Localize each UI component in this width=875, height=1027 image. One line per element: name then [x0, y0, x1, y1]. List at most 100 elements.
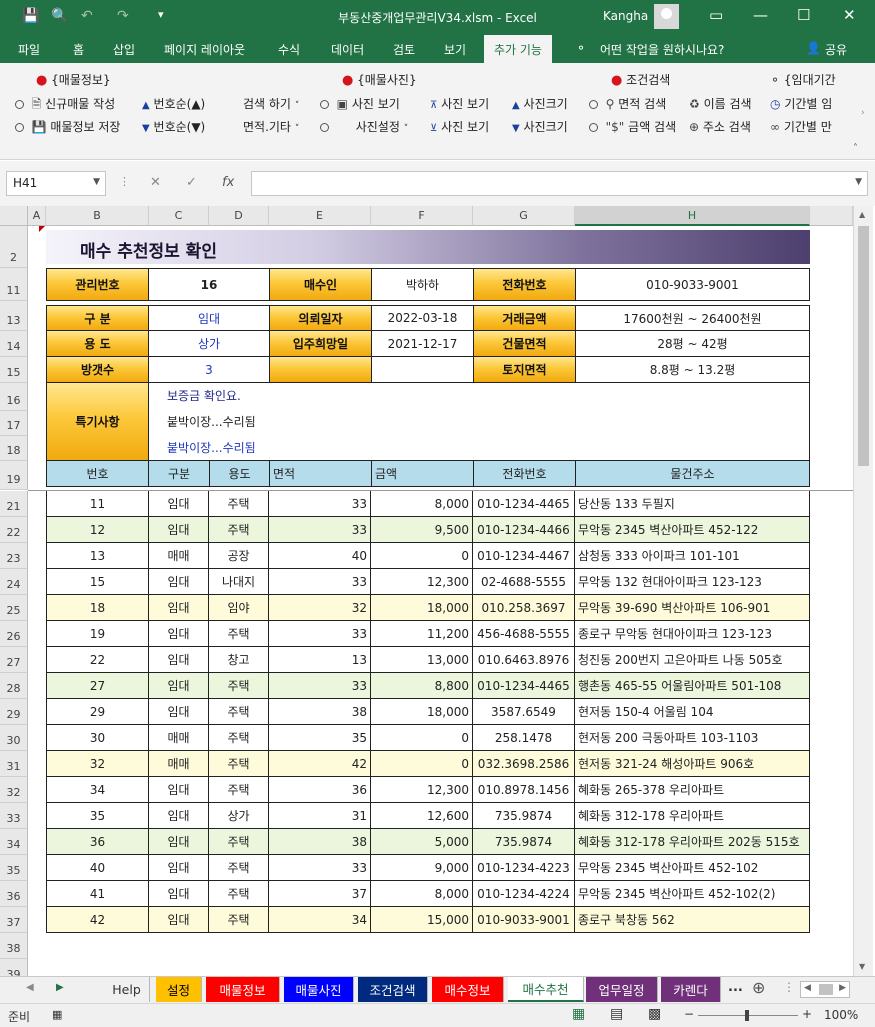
row-header[interactable]: 17: [0, 411, 28, 436]
cell-amount[interactable]: 15,000: [371, 907, 473, 933]
cell-no[interactable]: 42: [46, 907, 149, 933]
cell-area[interactable]: 13: [269, 647, 371, 673]
cell-no[interactable]: 30: [46, 725, 149, 751]
cell-phone[interactable]: 3587.6549: [473, 699, 575, 725]
name-box[interactable]: H41 ▼: [6, 171, 106, 196]
cell-phone[interactable]: 010-9033-9001: [473, 907, 575, 933]
cell-type[interactable]: 임대: [149, 777, 209, 803]
cell-usage[interactable]: 주택: [209, 907, 269, 933]
cell-area[interactable]: 38: [269, 699, 371, 725]
area-etc-dropdown[interactable]: 면적.기타 ˅: [243, 118, 299, 135]
row-header[interactable]: 38: [0, 933, 28, 959]
zoom-in-icon[interactable]: +: [802, 1007, 812, 1021]
cell-amount[interactable]: 11,200: [371, 621, 473, 647]
list-header-phone[interactable]: 전화번호: [473, 460, 576, 487]
chevron-down-icon[interactable]: ▼: [855, 177, 862, 187]
sheet-tab[interactable]: 설정: [156, 977, 202, 1002]
cell-usage[interactable]: 주택: [209, 699, 269, 725]
cell-amount[interactable]: 0: [371, 751, 473, 777]
zoom-out-icon[interactable]: −: [684, 1007, 694, 1021]
cell-amount[interactable]: 8,000: [371, 881, 473, 907]
sheet-tab[interactable]: 조건검색: [358, 977, 428, 1002]
cell-no[interactable]: 36: [46, 829, 149, 855]
list-header-amount[interactable]: 금액: [371, 460, 474, 487]
cell-address[interactable]: 당산동 133 두필지: [575, 491, 810, 517]
minimize-button[interactable]: —: [753, 6, 768, 24]
column-header-h[interactable]: H: [575, 206, 810, 226]
cell-no[interactable]: 35: [46, 803, 149, 829]
cell-area[interactable]: 42: [269, 751, 371, 777]
cell-no[interactable]: 41: [46, 881, 149, 907]
row-header[interactable]: 2: [0, 226, 28, 268]
rooms-value[interactable]: 3: [148, 356, 270, 383]
cell-phone[interactable]: 032.3698.2586: [473, 751, 575, 777]
cell-phone[interactable]: 010.258.3697: [473, 595, 575, 621]
row-header[interactable]: 22: [0, 517, 28, 543]
cell-type[interactable]: 임대: [149, 673, 209, 699]
cell-no[interactable]: 13: [46, 543, 149, 569]
tab-file[interactable]: 파일: [18, 41, 40, 58]
cell-amount[interactable]: 12,600: [371, 803, 473, 829]
cell-phone[interactable]: 010.6463.8976: [473, 647, 575, 673]
address-search-button[interactable]: ⊕ 주소 검색: [689, 118, 751, 135]
cell-type[interactable]: 임대: [149, 491, 209, 517]
horizontal-scrollbar[interactable]: ◀ ▶: [800, 981, 850, 998]
type-value[interactable]: 임대: [148, 305, 270, 331]
page-layout-view-icon[interactable]: ▤: [610, 1006, 623, 1022]
blank-value[interactable]: [371, 356, 474, 383]
move-in-value[interactable]: 2021-12-17: [371, 330, 474, 357]
cell-amount[interactable]: 18,000: [371, 699, 473, 725]
row-header[interactable]: 14: [0, 331, 28, 357]
area-search-button[interactable]: ⚲ 면적 검색: [589, 95, 666, 112]
cell-no[interactable]: 12: [46, 517, 149, 543]
sheet-tab[interactable]: 카렌다: [661, 977, 721, 1002]
row-header[interactable]: 30: [0, 725, 28, 751]
cell-phone[interactable]: 010-1234-4465: [473, 491, 575, 517]
macro-record-icon[interactable]: ▦: [52, 1008, 62, 1021]
cell-amount[interactable]: 0: [371, 725, 473, 751]
tab-add-ins[interactable]: 추가 기능: [484, 35, 552, 63]
sheet-tab[interactable]: 매수추천: [508, 977, 584, 1002]
cell-usage[interactable]: 주택: [209, 621, 269, 647]
cell-no[interactable]: 27: [46, 673, 149, 699]
cell-no[interactable]: 32: [46, 751, 149, 777]
cell-type[interactable]: 임대: [149, 517, 209, 543]
cell-usage[interactable]: 주택: [209, 751, 269, 777]
column-header-g[interactable]: G: [473, 206, 575, 226]
cell-phone[interactable]: 735.9874: [473, 803, 575, 829]
cell-type[interactable]: 임대: [149, 881, 209, 907]
cell-address[interactable]: 무악동 2345 벽산아파트 452-102: [575, 855, 810, 881]
scroll-down-icon[interactable]: ▼: [859, 962, 865, 971]
cell-usage[interactable]: 주택: [209, 777, 269, 803]
user-name[interactable]: Kangha: [603, 9, 648, 23]
tab-page-layout[interactable]: 페이지 레이아웃: [164, 41, 245, 58]
cell-area[interactable]: 37: [269, 881, 371, 907]
sheet-next-icon[interactable]: ▶: [56, 982, 64, 993]
cell-type[interactable]: 매매: [149, 543, 209, 569]
cell-area[interactable]: 38: [269, 829, 371, 855]
cell-phone[interactable]: 258.1478: [473, 725, 575, 751]
cell-area[interactable]: 34: [269, 907, 371, 933]
cell-area[interactable]: 32: [269, 595, 371, 621]
cell-phone[interactable]: 010.8978.1456: [473, 777, 575, 803]
period-lease-button[interactable]: ◷ 기간별 임: [770, 95, 832, 112]
row-header[interactable]: 25: [0, 595, 28, 621]
cell-area[interactable]: 33: [269, 569, 371, 595]
tab-formulas[interactable]: 수식: [278, 41, 300, 58]
cell-address[interactable]: 청진동 200번지 고은아파트 나동 505호: [575, 647, 810, 673]
tab-view[interactable]: 보기: [444, 41, 466, 58]
tell-me-box[interactable]: 어떤 작업을 원하시나요?: [600, 41, 724, 58]
row-header[interactable]: 26: [0, 621, 28, 647]
photo-view-bottom-button[interactable]: ⊻ 사진 보기: [430, 118, 489, 135]
row-header[interactable]: 28: [0, 673, 28, 699]
cell-address[interactable]: 무악동 2345 벽산아파트 452-102(2): [575, 881, 810, 907]
zoom-level[interactable]: 100%: [824, 1008, 858, 1022]
buyer-value[interactable]: 박하하: [371, 268, 474, 301]
column-header-a[interactable]: A: [28, 206, 46, 226]
usage-value[interactable]: 상가: [148, 330, 270, 357]
cell-address[interactable]: 혜화동 265-378 우리아파트: [575, 777, 810, 803]
photo-size-down-button[interactable]: ▼ 사진크기: [512, 118, 568, 135]
cell-area[interactable]: 33: [269, 491, 371, 517]
cell-amount[interactable]: 5,000: [371, 829, 473, 855]
cell-amount[interactable]: 8,000: [371, 491, 473, 517]
